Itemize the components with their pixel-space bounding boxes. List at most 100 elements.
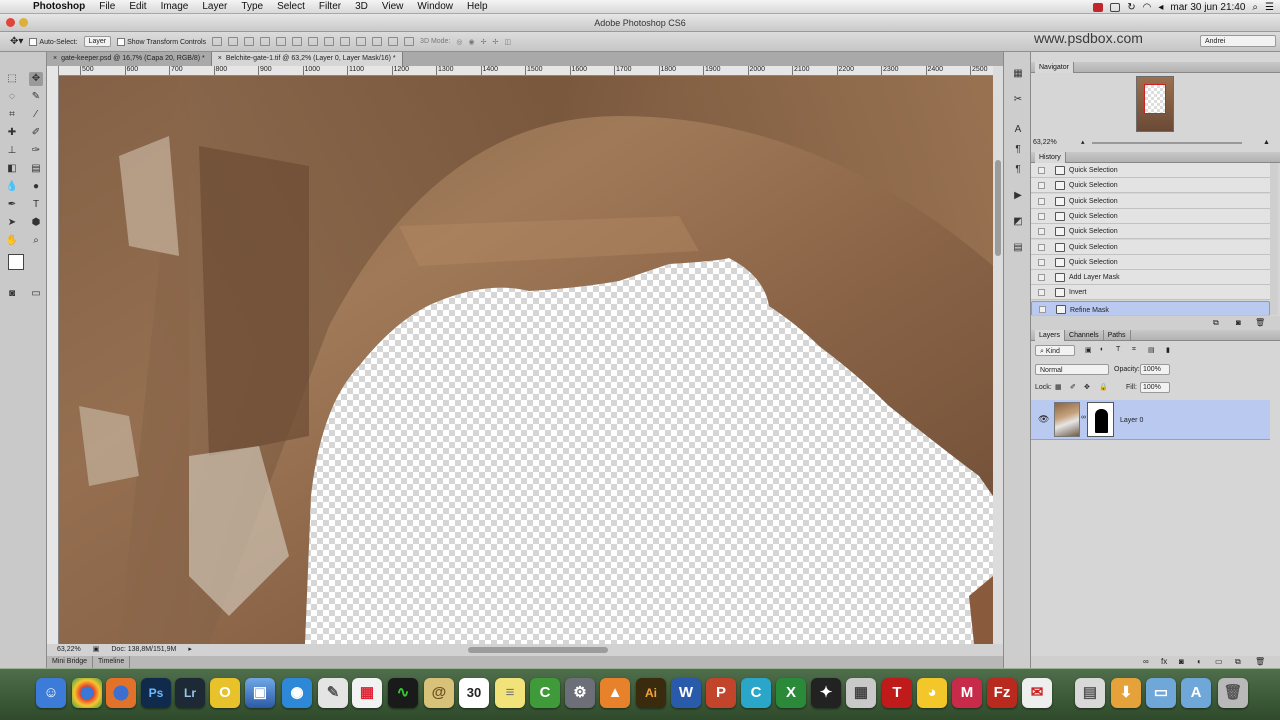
delete-layer-icon[interactable]: 🗑 [1255,657,1265,666]
tray-icon[interactable] [1110,2,1121,12]
adjustments-panel-icon[interactable]: ✂ [1011,94,1025,108]
notes-icon[interactable]: ≡ [495,678,525,708]
zoom-in-icon[interactable]: ▲ [1263,138,1270,148]
distribute-right-icon[interactable] [388,37,399,46]
3d-roll-icon[interactable]: ◉ [469,38,475,46]
history-brush-tool-icon[interactable]: ✑ [29,144,43,158]
lock-pixels-icon[interactable]: ✐ [1070,383,1076,391]
tab-paths[interactable]: Paths [1104,330,1131,341]
distribute-hcenter-icon[interactable] [372,37,383,46]
new-snapshot-icon[interactable]: ◙ [1236,318,1241,327]
styles-panel-icon[interactable]: ¶ [1011,164,1025,178]
distribute-bottom-icon[interactable] [340,37,351,46]
visibility-eye-icon[interactable]: 👁 [1038,414,1049,425]
history-source-checkbox[interactable] [1038,228,1045,236]
navigator-zoom-slider[interactable] [1092,142,1242,144]
align-vcenter-icon[interactable] [228,37,239,46]
spotlight-search-icon[interactable]: ⌕ [1252,2,1258,13]
photoshop-dock-icon[interactable]: Ps [141,678,171,708]
show-transform-checkbox[interactable]: Show Transform Controls [117,37,206,46]
menubar-clock[interactable]: mar 30 jun 21:40 [1170,2,1245,13]
history-state[interactable]: Invert [1031,285,1270,301]
screen-mode-icon[interactable]: ▭ [29,287,43,301]
mendeley-icon[interactable]: M [952,678,982,708]
tool-presets-icon[interactable]: ◩ [1011,216,1025,230]
folder-stack-icon[interactable]: ▭ [1146,678,1176,708]
actions-panel-icon[interactable]: ▶ [1011,190,1025,204]
menu-layer[interactable]: Layer [195,1,234,12]
align-hcenter-icon[interactable] [276,37,287,46]
finder-icon[interactable]: ☺ [36,678,66,708]
documents-stack-icon[interactable]: ▤ [1075,678,1105,708]
move-tool-preset-icon[interactable]: ✥▾ [10,36,23,47]
close-tab-icon[interactable]: × [218,55,222,62]
auto-align-icon[interactable] [404,37,415,46]
word-icon[interactable]: W [671,678,701,708]
new-layer-icon[interactable]: ⧉ [1235,657,1241,667]
3d-slide-icon[interactable]: ✢ [493,38,499,46]
lock-position-icon[interactable]: ✥ [1084,383,1090,391]
wifi-icon[interactable]: ◠ [1143,2,1152,13]
menu-filter[interactable]: Filter [312,1,348,12]
filezilla-icon[interactable]: Fz [987,678,1017,708]
recording-icon[interactable] [1093,2,1104,12]
lightroom-dock-icon[interactable]: Lr [175,678,205,708]
filter-type-icon[interactable]: T [1116,346,1120,353]
foreground-color-swatch[interactable] [8,254,24,270]
tab-channels[interactable]: Channels [1065,330,1104,341]
3d-rotate-icon[interactable]: ◎ [456,38,462,46]
menu-app-name[interactable]: Photoshop [26,1,92,12]
align-top-icon[interactable] [212,37,223,46]
safari-icon[interactable]: ◎ [282,678,312,708]
notification-list-icon[interactable]: ☰ [1265,2,1274,13]
blur-tool-icon[interactable]: 💧 [5,180,19,194]
history-state[interactable]: Quick Selection [1031,254,1270,270]
history-tab[interactable]: History [1035,152,1066,163]
lock-transparent-icon[interactable]: ▦ [1055,383,1062,391]
sync-icon[interactable]: ↻ [1127,2,1135,13]
calendar-icon[interactable]: 30 [459,678,489,708]
powerpoint-icon[interactable]: P [706,678,736,708]
history-state[interactable]: Quick Selection [1031,163,1270,178]
layer-style-icon[interactable]: fx [1161,657,1167,666]
history-source-checkbox[interactable] [1038,167,1045,174]
downloads-stack-icon[interactable]: ⬇ [1111,678,1141,708]
align-left-icon[interactable] [260,37,271,46]
doc-tab-gate-keeper[interactable]: × gate-keeper.psd @ 16,7% (Capa 20, RGB/8… [47,52,212,66]
3d-pan-icon[interactable]: ✢ [481,38,487,46]
adjustment-layer-icon[interactable]: ◐ [1197,657,1202,666]
new-document-from-state-icon[interactable]: ⧉ [1213,318,1219,328]
marquee-tool-icon[interactable]: ⬚ [5,72,19,86]
tab-layers[interactable]: Layers [1035,330,1066,341]
history-scrollbar[interactable] [1270,163,1278,315]
menu-window[interactable]: Window [410,1,460,12]
navigator-tab[interactable]: Navigator [1035,62,1074,73]
crop-tool-icon[interactable]: ⌗ [5,108,19,122]
close-tab-icon[interactable]: × [53,55,57,62]
navigator-view-box[interactable] [1144,84,1166,114]
opacity-field[interactable]: 100% [1140,364,1170,375]
doc-tab-belchite-gate[interactable]: × Belchite-gate-1.tif @ 63,2% (Layer 0, L… [211,52,403,66]
final-cut-icon[interactable]: ✦ [811,678,841,708]
distribute-vcenter-icon[interactable] [324,37,335,46]
menu-file[interactable]: File [92,1,122,12]
quick-selection-tool-icon[interactable]: ✎ [29,90,43,104]
outlook-icon[interactable]: O [210,678,240,708]
cinema-app-icon[interactable]: C [530,678,560,708]
trash-icon[interactable]: 🗑 [1218,678,1248,708]
healing-brush-tool-icon[interactable]: ✚ [5,126,19,140]
layer-name[interactable]: Layer 0 [1120,417,1143,424]
history-source-checkbox[interactable] [1038,289,1045,297]
menu-select[interactable]: Select [270,1,312,12]
history-state[interactable]: Quick Selection [1031,193,1270,209]
layer-filter-dropdown[interactable]: ⌕ Kind [1035,345,1075,356]
history-source-checkbox[interactable] [1038,182,1045,190]
history-state[interactable]: Quick Selection [1031,239,1270,255]
close-window-icon[interactable] [6,18,15,27]
align-right-icon[interactable] [292,37,303,46]
history-source-checkbox[interactable] [1038,274,1045,282]
clone-stamp-tool-icon[interactable]: ⊥ [5,144,19,158]
filter-pixel-icon[interactable]: ▣ [1085,346,1092,354]
cyberduck-icon[interactable]: ◕ [917,678,947,708]
filter-smart-object-icon[interactable]: ▤ [1148,346,1155,354]
